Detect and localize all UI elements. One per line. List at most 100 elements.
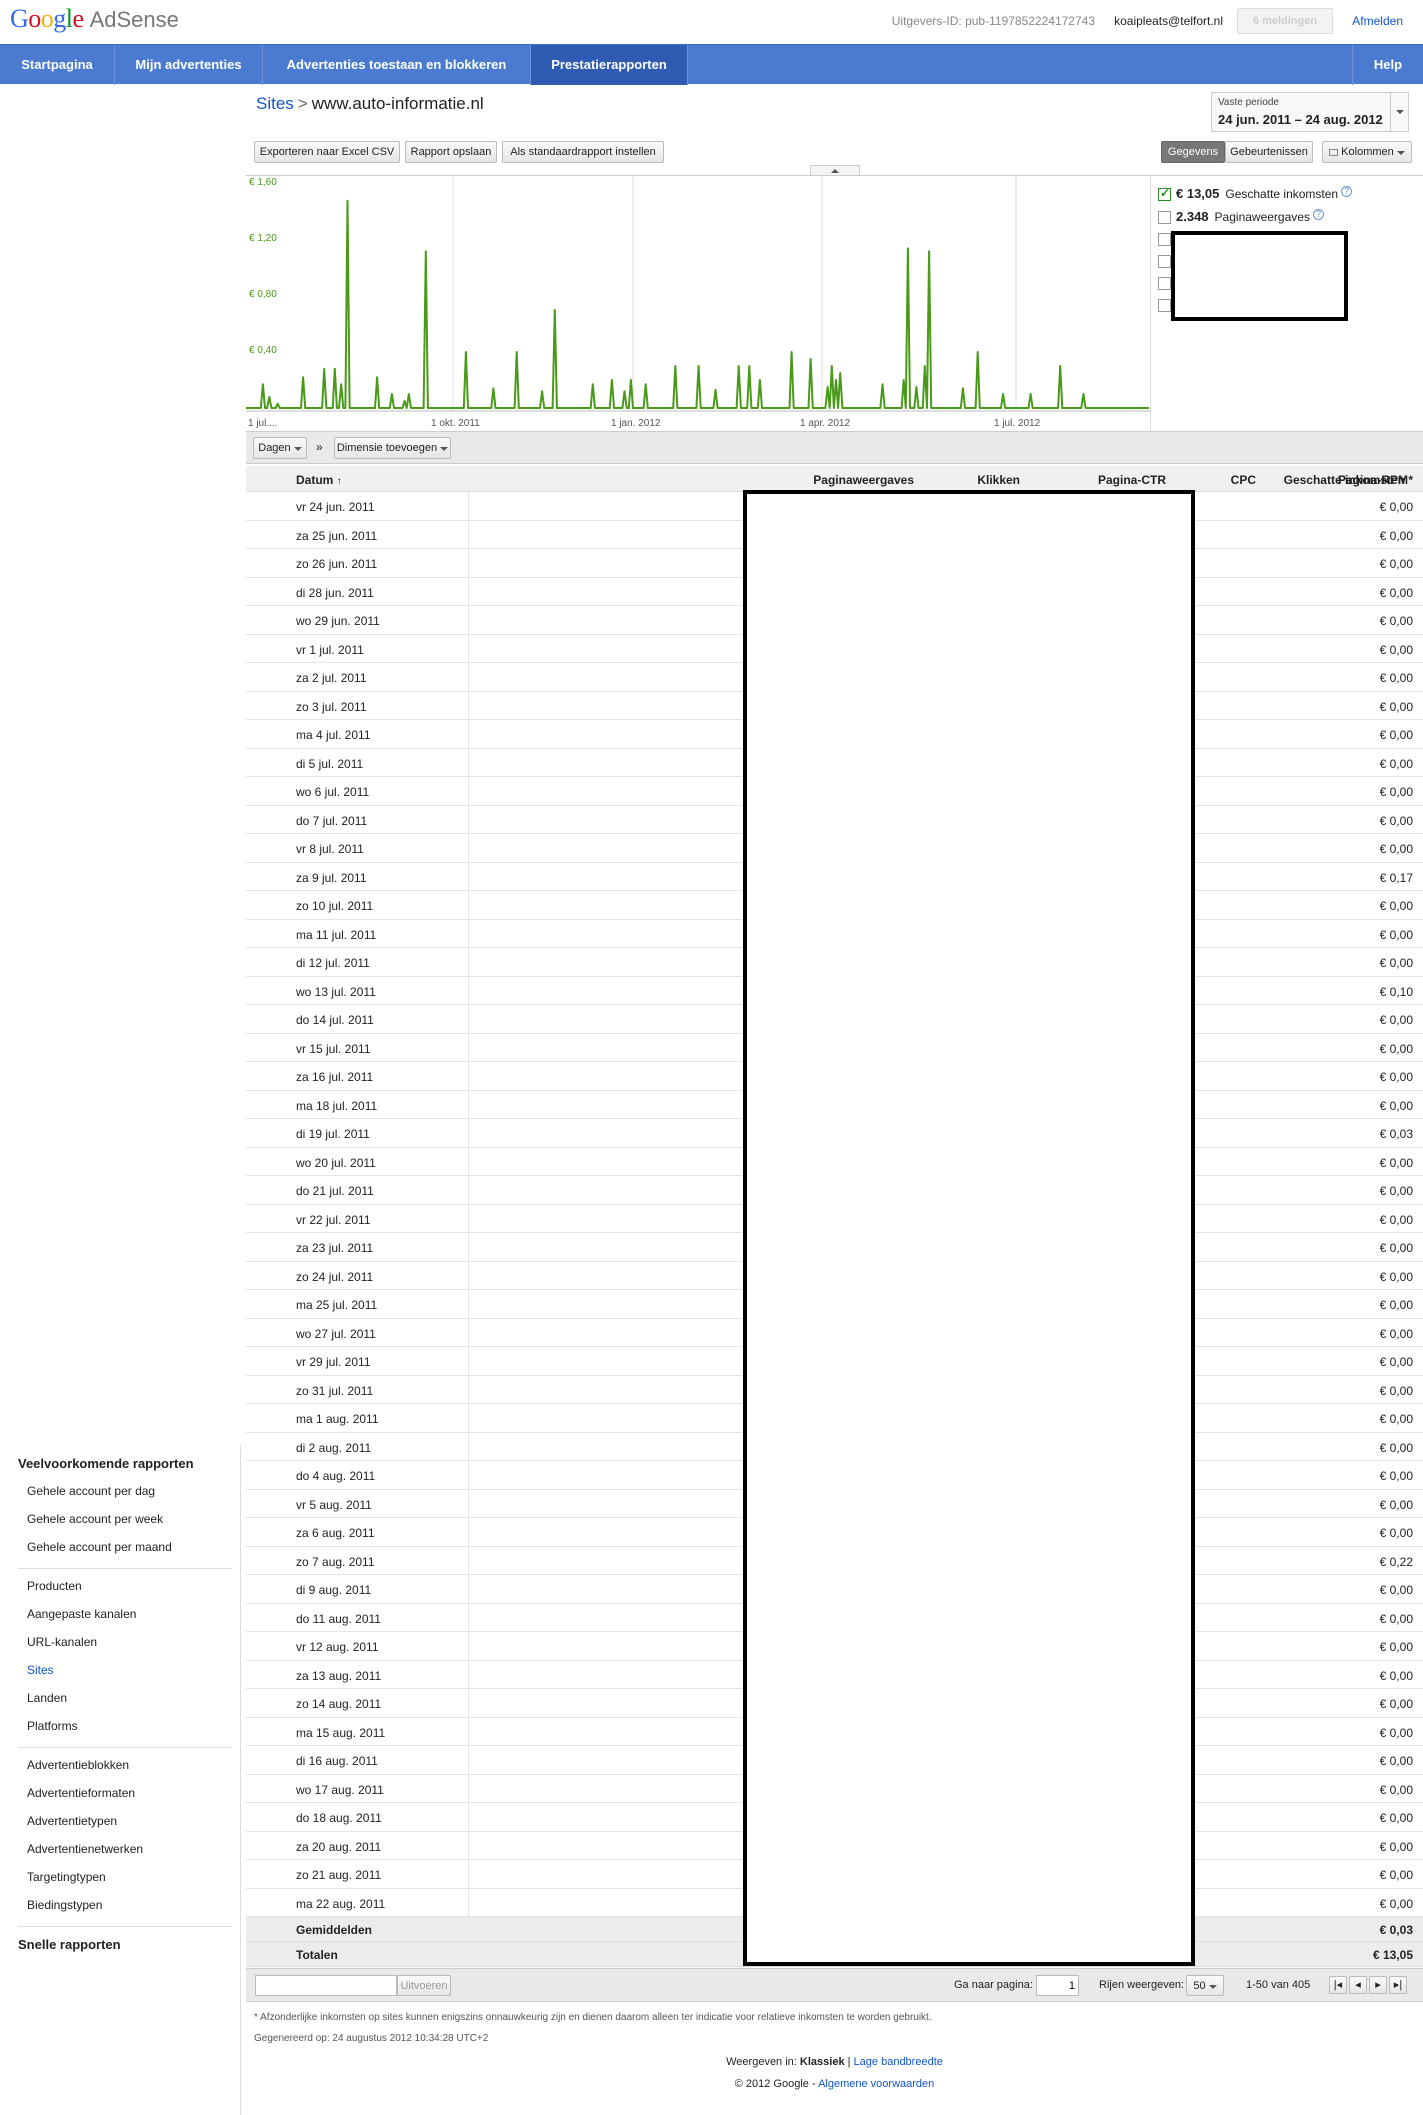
- tab-data[interactable]: Gegevens: [1161, 141, 1225, 163]
- column-divider: [468, 948, 469, 976]
- filter-input[interactable]: [255, 1975, 397, 1996]
- legend-metric-3[interactable]: [1158, 232, 1171, 250]
- google-logo-letter: G: [10, 4, 29, 33]
- terms-link[interactable]: Algemene voorwaarden: [818, 2078, 934, 2090]
- date-range-picker[interactable]: Vaste periode 24 jun. 2011 – 24 aug. 201…: [1211, 92, 1409, 132]
- chevron-down-icon: [440, 447, 449, 451]
- quick-reports-heading[interactable]: Snelle rapporten: [18, 1937, 121, 1952]
- signout-link[interactable]: Afmelden: [1352, 14, 1403, 28]
- tab-events[interactable]: Gebeurtenissen: [1225, 141, 1313, 163]
- days-dropdown[interactable]: Dagen: [253, 437, 307, 459]
- sidebar-item-account-per-week[interactable]: Gehele account per week: [27, 1512, 163, 1526]
- column-divider: [468, 1603, 469, 1631]
- sidebar-item-countries[interactable]: Landen: [27, 1691, 67, 1705]
- notifications-button[interactable]: 6 meldingen: [1237, 8, 1333, 34]
- pageviews-label: Paginaweergaves: [1214, 210, 1310, 224]
- row-earnings: € 0,00: [1379, 671, 1413, 685]
- sidebar-item-ad-sizes[interactable]: Advertentieformaten: [27, 1786, 135, 1800]
- save-report-button[interactable]: Rapport opslaan: [405, 141, 497, 163]
- sidebar-separator: [18, 1747, 232, 1748]
- collapse-chart-toggle[interactable]: [810, 165, 860, 175]
- col-earnings[interactable]: Geschatte inkomsten *: [1284, 473, 1413, 487]
- view-mode-separator: |: [847, 2056, 851, 2068]
- row-earnings: € 0,00: [1379, 1754, 1413, 1768]
- help-icon[interactable]: ?: [1312, 209, 1324, 220]
- add-dimension-dropdown[interactable]: Dimensie toevoegen: [334, 437, 451, 459]
- row-earnings: € 0,00: [1379, 927, 1413, 942]
- nav-performance-reports[interactable]: Prestatierapporten: [531, 45, 688, 85]
- sidebar-item-custom-channels[interactable]: Aangepaste kanalen: [27, 1607, 136, 1621]
- page-range: 1-50 van 405: [1246, 1979, 1311, 1991]
- sidebar-item-ad-types[interactable]: Advertentietypen: [27, 1814, 117, 1828]
- chevron-down-icon[interactable]: [1390, 93, 1408, 131]
- row-date: vr 12 aug. 2011: [296, 1640, 379, 1654]
- rows-per-page-select[interactable]: 50: [1186, 1975, 1224, 1996]
- last-page-icon[interactable]: ▸|: [1389, 1976, 1407, 1994]
- metric-4-checkbox[interactable]: [1158, 255, 1171, 269]
- adsense-logo[interactable]: Google AdSense: [10, 4, 179, 36]
- row-earnings: € 0,17: [1379, 870, 1413, 885]
- next-page-icon[interactable]: ▸: [1369, 1976, 1387, 1994]
- columns-button[interactable]: Kolommen: [1322, 141, 1412, 163]
- adsense-wordmark: AdSense: [89, 7, 179, 32]
- row-earnings: € 0,00: [1379, 842, 1413, 856]
- breadcrumb: Sites > www.auto-informatie.nl: [256, 94, 484, 114]
- totals-label: Totalen: [296, 1948, 338, 1962]
- google-logo-letter: o: [40, 4, 54, 33]
- legend-earnings[interactable]: € 13,05 Geschatte inkomsten?: [1158, 186, 1353, 204]
- row-earnings: € 0,00: [1379, 1811, 1413, 1825]
- row-earnings: € 0,00: [1379, 728, 1413, 742]
- chevron-down-icon: [1396, 151, 1405, 155]
- metric-5-checkbox[interactable]: [1158, 277, 1171, 291]
- metric-6-checkbox[interactable]: [1158, 299, 1171, 313]
- row-date: do 14 jul. 2011: [296, 1013, 374, 1027]
- nav-allow-block[interactable]: Advertenties toestaan en blokkeren: [263, 45, 531, 85]
- sidebar-item-account-per-month[interactable]: Gehele account per maand: [27, 1540, 172, 1554]
- row-earnings: € 0,00: [1379, 1184, 1413, 1198]
- row-date: do 4 aug. 2011: [296, 1469, 376, 1483]
- sidebar-item-ad-networks[interactable]: Advertentienetwerken: [27, 1842, 143, 1856]
- breadcrumb-sites-link[interactable]: Sites: [256, 94, 294, 113]
- sidebar-item-sites[interactable]: Sites: [27, 1663, 54, 1677]
- x-tick-label: 1 apr. 2012: [800, 418, 850, 429]
- nav-home[interactable]: Startpagina: [0, 45, 115, 85]
- view-mode-low-bandwidth-link[interactable]: Lage bandbreedte: [854, 2056, 943, 2068]
- filter-run-button[interactable]: Uitvoeren: [397, 1975, 451, 1996]
- help-icon[interactable]: ?: [1341, 186, 1353, 197]
- sidebar-item-account-per-day[interactable]: Gehele account per dag: [27, 1484, 155, 1498]
- row-earnings: € 0,00: [1379, 557, 1413, 571]
- goto-page-input[interactable]: [1036, 1975, 1079, 1996]
- prev-page-icon[interactable]: ◂: [1349, 1976, 1367, 1994]
- earnings-checkbox[interactable]: [1158, 186, 1171, 202]
- breadcrumb-current: www.auto-informatie.nl: [311, 94, 484, 113]
- export-csv-button[interactable]: Exporteren naar Excel CSV: [254, 141, 400, 163]
- view-mode: Weergeven in: Klassiek | Lage bandbreedt…: [246, 2056, 1423, 2068]
- legend-metric-6[interactable]: [1158, 298, 1171, 316]
- row-earnings: € 0,00: [1379, 1355, 1413, 1369]
- sidebar-item-ad-units[interactable]: Advertentieblokken: [27, 1758, 129, 1772]
- publisher-id: Uitgevers-ID: pub-1197852224172743: [891, 14, 1095, 28]
- column-divider: [468, 1860, 469, 1888]
- legend-metric-4[interactable]: [1158, 254, 1171, 272]
- sidebar-item-bid-types[interactable]: Biedingstypen: [27, 1898, 102, 1912]
- table-pager: Uitvoeren Ga naar pagina: Rijen weergeve…: [246, 1968, 1423, 2002]
- days-label: Dagen: [258, 442, 291, 454]
- nav-my-ads[interactable]: Mijn advertenties: [115, 45, 263, 85]
- row-earnings: € 0,00: [1379, 1469, 1413, 1483]
- legend-metric-5[interactable]: [1158, 276, 1171, 294]
- pageviews-checkbox[interactable]: [1158, 211, 1171, 225]
- set-default-report-button[interactable]: Als standaardrapport instellen: [502, 141, 664, 163]
- col-date[interactable]: Datum ↑: [296, 473, 342, 487]
- sidebar-item-platforms[interactable]: Platforms: [27, 1719, 78, 1733]
- legend-pageviews[interactable]: 2.348 Paginaweergaves?: [1158, 209, 1324, 227]
- row-date: ma 1 aug. 2011: [296, 1412, 379, 1426]
- first-page-icon[interactable]: |◂: [1329, 1976, 1347, 1994]
- sidebar-item-targeting-types[interactable]: Targetingtypen: [27, 1870, 106, 1884]
- nav-help[interactable]: Help: [1352, 45, 1423, 85]
- sidebar-item-url-channels[interactable]: URL-kanalen: [27, 1635, 97, 1649]
- metric-3-checkbox[interactable]: [1158, 233, 1171, 247]
- sidebar-item-products[interactable]: Producten: [27, 1579, 82, 1593]
- common-reports-heading: Veelvoorkomende rapporten: [18, 1456, 194, 1471]
- col-cpc[interactable]: CPC: [1146, 473, 1256, 487]
- col-ctr[interactable]: Pagina-CTR: [846, 473, 1166, 487]
